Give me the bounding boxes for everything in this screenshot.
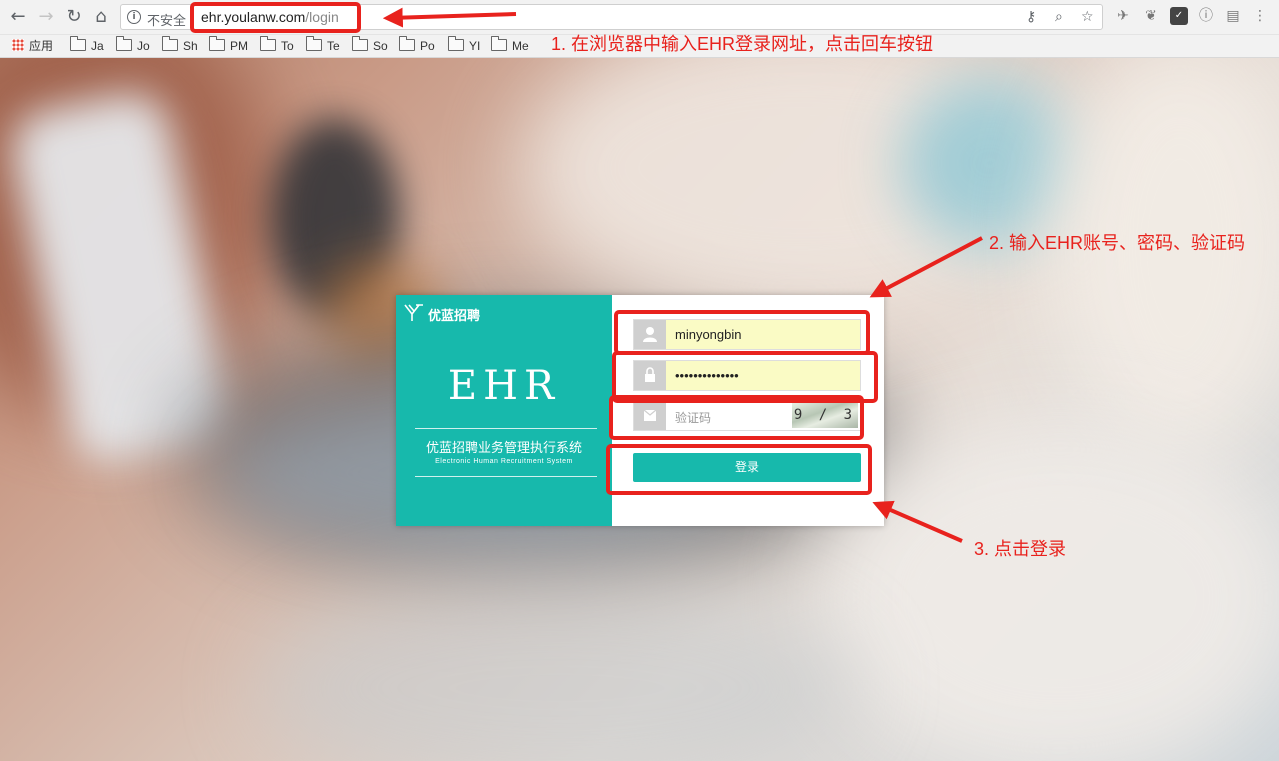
security-label[interactable]: 不安全 — [147, 10, 186, 29]
folder-icon — [70, 36, 86, 51]
folder-icon — [116, 36, 132, 51]
bookmark-folder[interactable]: To — [260, 36, 294, 54]
folder-icon — [399, 36, 415, 51]
bookmark-folder[interactable]: So — [352, 36, 388, 54]
brand-panel: 优蓝招聘 EHR 优蓝招聘业务管理执行系统 Electronic Human R… — [396, 295, 612, 526]
bookmark-folder[interactable]: Te — [306, 36, 340, 54]
annotation-box-url — [190, 2, 361, 33]
annotation-step2: 2. 输入EHR账号、密码、验证码 — [989, 233, 1246, 253]
annotation-box-username — [614, 310, 870, 355]
extension-bird-icon[interactable]: ✈ — [1114, 7, 1132, 25]
system-title: EHR — [447, 363, 561, 409]
menu-icon[interactable]: ⋮ — [1251, 7, 1269, 25]
extension-info-icon[interactable]: ⓘ — [1197, 7, 1215, 25]
bookmark-folder[interactable]: Me — [491, 36, 529, 54]
key-icon[interactable]: ⚷ — [1026, 9, 1036, 25]
star-icon[interactable]: ☆ — [1081, 9, 1094, 25]
folder-icon — [491, 36, 507, 51]
forward-arrow-icon[interactable]: → — [36, 7, 56, 27]
annotation-box-captcha — [609, 395, 864, 440]
zoom-icon[interactable]: ⌕ — [1055, 9, 1063, 25]
extension-leaf-icon[interactable]: ❦ — [1142, 7, 1160, 25]
divider — [415, 428, 597, 429]
apps-grid-icon — [12, 39, 24, 51]
home-icon[interactable]: ⌂ — [91, 7, 111, 27]
pocket-icon[interactable]: ✓ — [1170, 7, 1188, 25]
extension-window-icon[interactable]: ▤ — [1224, 7, 1242, 25]
annotation-box-login — [606, 444, 872, 495]
annotation-step3: 3. 点击登录 — [974, 539, 1067, 559]
brand-logo-icon — [404, 304, 423, 321]
folder-icon — [448, 36, 464, 51]
info-icon[interactable]: i — [127, 10, 141, 24]
brand-name: 优蓝招聘 — [428, 308, 481, 323]
back-arrow-icon[interactable]: ← — [8, 7, 28, 27]
bookmark-folder[interactable]: Jo — [116, 36, 150, 54]
folder-icon — [260, 36, 276, 51]
annotation-step1: 1. 在浏览器中输入EHR登录网址，点击回车按钮 — [551, 34, 934, 54]
system-name-english: Electronic Human Recruitment System — [435, 458, 573, 465]
bookmark-folder[interactable]: Sh — [162, 36, 198, 54]
system-name: 优蓝招聘业务管理执行系统 — [425, 440, 582, 455]
bookmark-folder[interactable]: YI — [448, 36, 480, 54]
bookmark-folder[interactable]: Po — [399, 36, 435, 54]
folder-icon — [306, 36, 322, 51]
folder-icon — [209, 36, 225, 51]
bookmark-apps[interactable]: 应用 — [12, 38, 53, 54]
folder-icon — [352, 36, 368, 51]
divider — [415, 476, 597, 477]
bookmark-folder[interactable]: PM — [209, 36, 248, 54]
folder-icon — [162, 36, 178, 51]
bookmark-folder[interactable]: Ja — [70, 36, 104, 54]
reload-icon[interactable]: ↻ — [64, 7, 84, 27]
